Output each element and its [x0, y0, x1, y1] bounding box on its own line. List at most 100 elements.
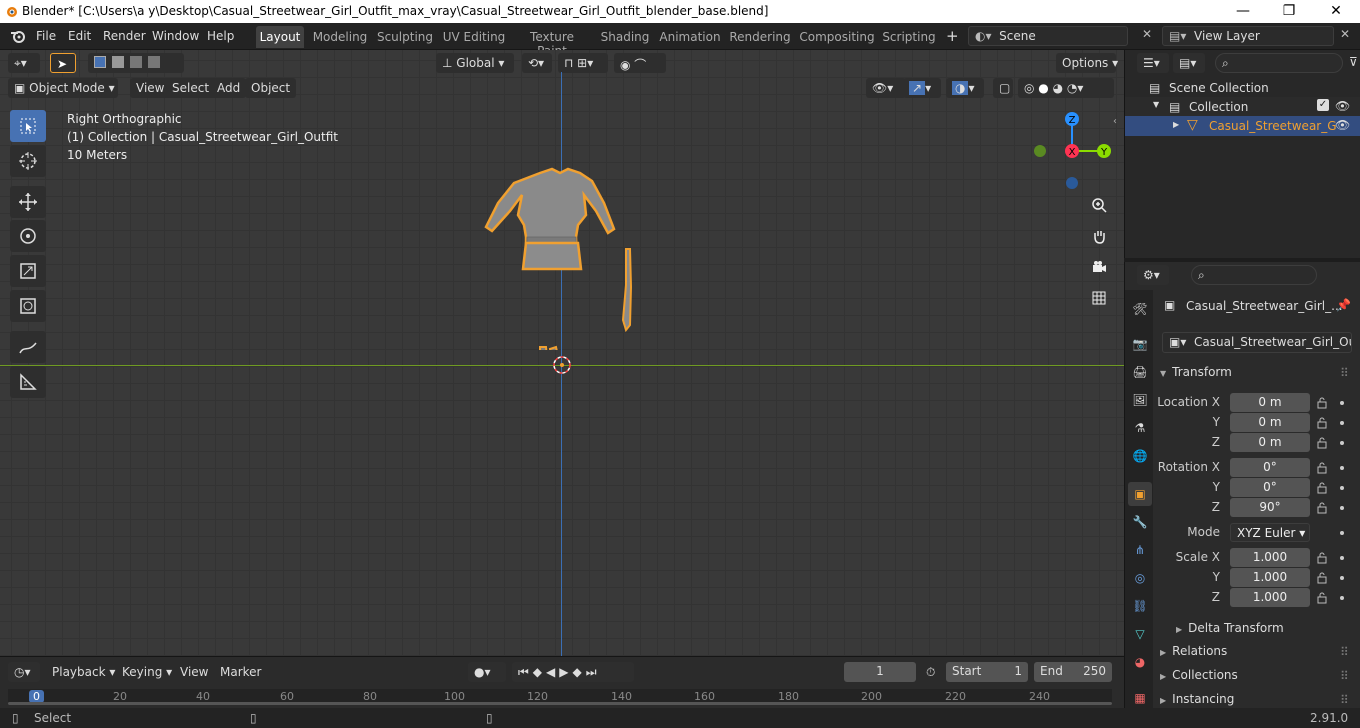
keyframe-dot-icon[interactable] — [1340, 401, 1344, 405]
sidebar-toggle-icon[interactable]: ‹ — [1113, 116, 1117, 127]
tab-layout[interactable]: Layout — [256, 26, 304, 48]
timeline-marker-menu[interactable]: Marker — [214, 662, 267, 682]
menu-render[interactable]: Render — [103, 29, 146, 43]
select-tool-icon[interactable]: ➤ — [50, 53, 76, 73]
shading-mode-icons[interactable]: ◎ ● ◕ ◔▾ — [1018, 78, 1114, 98]
scale-z-field[interactable]: 1.000 — [1230, 588, 1310, 607]
zoom-icon[interactable] — [1086, 192, 1112, 218]
lock-icon[interactable] — [1316, 437, 1328, 449]
lock-icon[interactable] — [1316, 417, 1328, 429]
timeline-view-menu[interactable]: View — [174, 662, 214, 682]
keyframe-dot-icon[interactable] — [1340, 441, 1344, 445]
instancing-panel-header[interactable]: ▶ Instancing — [1160, 692, 1234, 706]
keyframe-dot-icon[interactable] — [1340, 531, 1344, 535]
tab-compositing[interactable]: Compositing — [799, 26, 875, 48]
outliner-row-scene-collection[interactable]: ▤ Scene Collection — [1125, 78, 1360, 98]
menu-file[interactable]: File — [36, 29, 56, 43]
object-name-field[interactable]: ▣▾ Casual_Streetwear_Girl_Out... — [1162, 332, 1352, 353]
gizmo-toggle-icon[interactable]: ↗ ▾ — [903, 78, 941, 98]
view-layer-tab-icon[interactable]: 🖼 — [1128, 388, 1152, 412]
collection-eye-icon[interactable]: 👁 — [1335, 99, 1350, 113]
rotation-z-field[interactable]: 90° — [1230, 498, 1310, 517]
timeline-editor[interactable]: ◷▾ Playback ▾ Keying ▾ View Marker ●▾ ⏮◆… — [0, 656, 1124, 708]
keyframe-dot-icon[interactable] — [1340, 506, 1344, 510]
delta-transform-subpanel[interactable]: ▶ Delta Transform — [1176, 621, 1284, 635]
keyframe-dot-icon[interactable] — [1340, 486, 1344, 490]
expand-object-icon[interactable]: ▶ — [1173, 120, 1179, 129]
collections-panel-header[interactable]: ▶ Collections — [1160, 668, 1238, 682]
lock-icon[interactable] — [1316, 552, 1328, 564]
material-tab-icon[interactable]: ◕ — [1128, 650, 1152, 674]
scene-properties-tab-icon[interactable]: ⚗ — [1128, 416, 1152, 440]
end-frame-field[interactable]: End 250 — [1034, 662, 1112, 682]
tab-texture-paint[interactable]: Texture Paint — [514, 26, 590, 58]
properties-editor-type-icon[interactable]: ⚙▾ — [1137, 265, 1169, 285]
drag-handle-icon[interactable]: ⠿ — [1340, 645, 1349, 659]
tab-sculpting[interactable]: Sculpting — [376, 26, 434, 48]
pin-icon[interactable]: 📌 — [1336, 298, 1351, 312]
timeline-keying-menu[interactable]: Keying ▾ — [116, 662, 178, 682]
scene-selector[interactable]: ◐▾ Scene — [968, 26, 1128, 46]
scale-y-field[interactable]: 1.000 — [1230, 568, 1310, 587]
lock-icon[interactable] — [1316, 502, 1328, 514]
tool-measure[interactable] — [10, 366, 46, 398]
outliner-row-object[interactable]: ▶ ▽ Casual_Streetwear_G 👁 — [1125, 116, 1360, 136]
tool-rotate[interactable] — [10, 220, 46, 252]
rotation-y-field[interactable]: 0° — [1230, 478, 1310, 497]
location-y-field[interactable]: 0 m — [1230, 413, 1310, 432]
tool-cursor[interactable] — [10, 145, 46, 177]
start-frame-field[interactable]: Start 1 — [946, 662, 1028, 682]
lock-icon[interactable] — [1316, 482, 1328, 494]
physics-tab-icon[interactable]: ◎ — [1128, 566, 1152, 590]
tool-move[interactable] — [10, 186, 46, 218]
timeline-playback-menu[interactable]: Playback ▾ — [46, 662, 121, 682]
navigation-gizmo[interactable]: Z X Y — [1030, 110, 1114, 190]
collection-checkbox[interactable]: ✓ — [1317, 99, 1329, 111]
tab-modeling[interactable]: Modeling — [311, 26, 369, 48]
visibility-icon[interactable]: 👁▾ — [866, 78, 906, 98]
timeline-ruler[interactable]: 0 20 40 60 80 100 120 140 160 180 200 22… — [8, 689, 1112, 705]
tool-scale[interactable] — [10, 255, 46, 287]
options-dropdown[interactable]: Options ▾ — [1056, 53, 1118, 73]
proportional-edit-icon[interactable]: ◉ ⌒ — [614, 53, 666, 73]
object-eye-icon[interactable]: 👁 — [1335, 118, 1350, 132]
tab-uv-editing[interactable]: UV Editing — [442, 26, 506, 48]
keyframe-dot-icon[interactable] — [1340, 576, 1344, 580]
keyframe-dot-icon[interactable] — [1340, 466, 1344, 470]
location-z-field[interactable]: 0 m — [1230, 433, 1310, 452]
expand-collection-icon[interactable]: ▼ — [1153, 100, 1159, 109]
location-x-field[interactable]: 0 m — [1230, 393, 1310, 412]
timeline-editor-type-icon[interactable]: ◷▾ — [8, 662, 40, 682]
rotation-mode-dropdown[interactable]: XYZ Euler ▾ — [1230, 523, 1310, 542]
3d-viewport[interactable]: ⌖▾ ➤ ⊥ Global ▾ ⟲▾ ⊓ ⊞▾ ◉ ⌒ Options ▾ ▣ … — [0, 50, 1124, 656]
output-properties-tab-icon[interactable]: 🖨 — [1128, 360, 1152, 384]
tab-scripting[interactable]: Scripting — [882, 26, 936, 48]
pan-hand-icon[interactable] — [1086, 223, 1112, 249]
lock-icon[interactable] — [1316, 592, 1328, 604]
preview-range-clock-icon[interactable]: ⏱ — [926, 665, 935, 680]
lock-icon[interactable] — [1316, 462, 1328, 474]
object-properties-tab-icon[interactable]: ▣ — [1128, 482, 1152, 506]
viewport-menu-select[interactable]: Select — [166, 78, 216, 98]
maximize-button[interactable]: ❐ — [1266, 0, 1312, 23]
drag-handle-icon[interactable]: ⠿ — [1340, 366, 1349, 380]
tool-annotate[interactable] — [10, 331, 46, 363]
drag-handle-icon[interactable]: ⠿ — [1340, 669, 1349, 683]
viewport-menu-add[interactable]: Add — [211, 78, 247, 98]
rotation-x-field[interactable]: 0° — [1230, 458, 1310, 477]
outfit-mesh-objects[interactable] — [480, 165, 650, 350]
menu-window[interactable]: Window — [152, 29, 199, 43]
auto-keying-icon[interactable]: ●▾ — [468, 662, 506, 682]
xray-toggle-icon[interactable]: ▢ — [993, 78, 1013, 98]
outliner-editor[interactable]: ☰▾ ▤▾ ⌕ ⊽ ▤ Scene Collection ▼ ▤ Collect… — [1124, 50, 1360, 258]
viewport-menu-object[interactable]: Object — [245, 78, 297, 98]
transform-panel-header[interactable]: ▼ Transform — [1160, 365, 1232, 379]
tool-select-box[interactable] — [10, 110, 46, 142]
tab-shading[interactable]: Shading — [598, 26, 652, 48]
outliner-display-mode-icon[interactable]: ▤▾ — [1173, 53, 1205, 73]
texture-tab-icon[interactable]: ▦ — [1128, 686, 1152, 710]
scene-remove-icon[interactable]: ✕ — [1142, 27, 1152, 41]
menu-edit[interactable]: Edit — [68, 29, 91, 43]
outliner-row-collection[interactable]: ▼ ▤ Collection ✓ 👁 — [1125, 97, 1360, 117]
constraints-tab-icon[interactable]: ⛓ — [1128, 594, 1152, 618]
